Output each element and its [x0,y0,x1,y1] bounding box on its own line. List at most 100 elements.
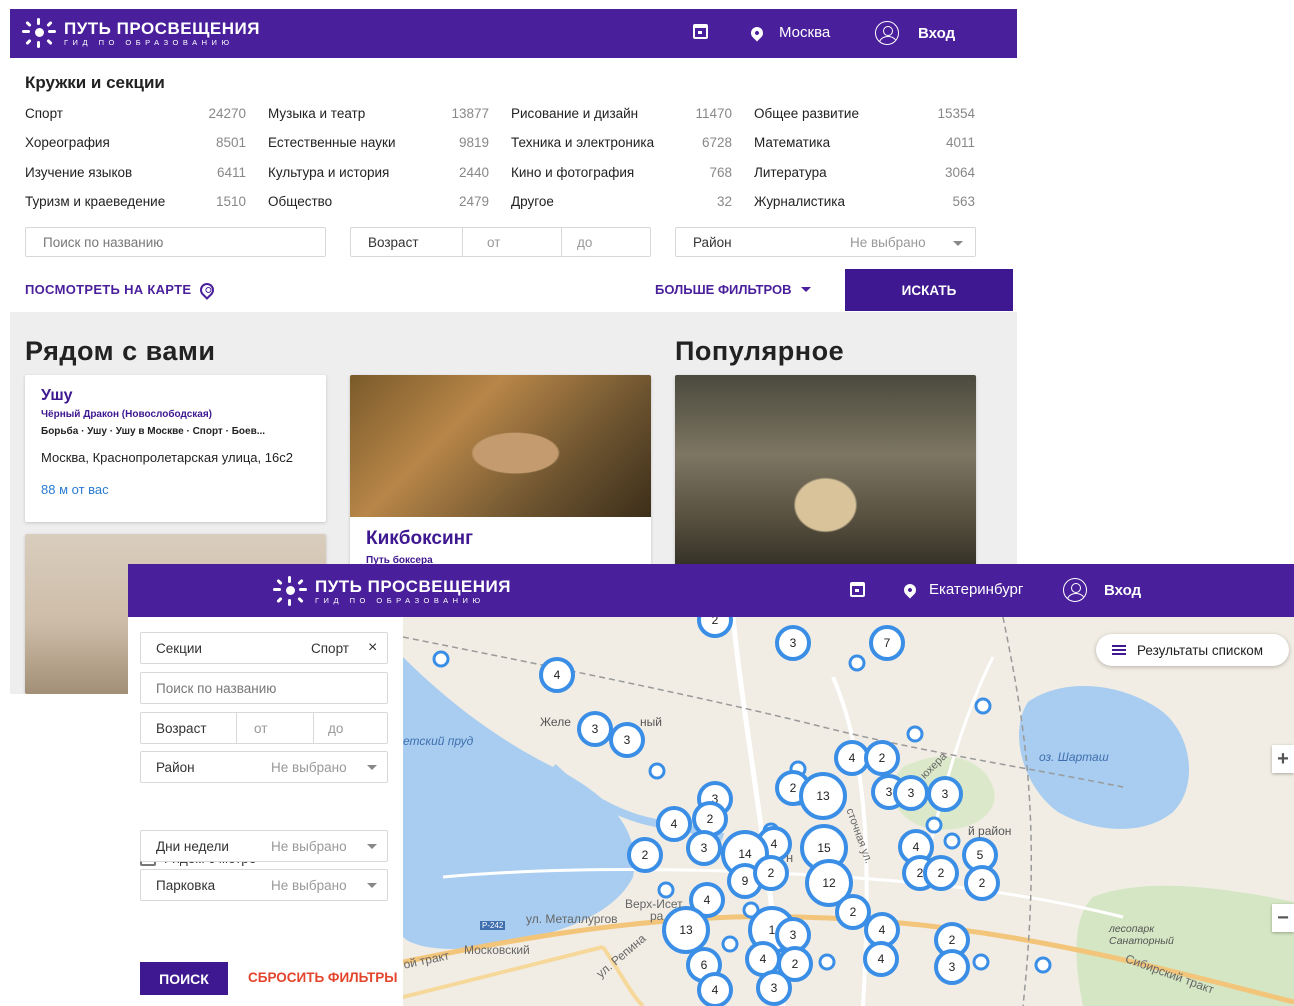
brand-logo[interactable]: ПУТЬ ПРОСВЕЩЕНИЯ ГИД ПО ОБРАЗОВАНИЮ [22,18,260,48]
map-cluster-marker[interactable]: 3 [756,970,792,1006]
map-cluster-marker[interactable]: 2 [627,837,663,873]
calendar-button[interactable] [850,582,865,597]
rail [1002,617,1033,1006]
single-point-marker[interactable] [1034,956,1052,974]
age-from-input[interactable]: от [487,235,500,250]
age-to-input[interactable]: до [328,721,343,736]
more-filters-button[interactable]: БОЛЬШЕ ФИЛЬТРОВ [655,282,812,297]
map-cluster-marker[interactable]: 2 [692,801,728,837]
map-cluster-marker[interactable]: 4 [697,972,733,1006]
age-range-field[interactable]: Возраст от до [350,227,651,257]
map-cluster-marker[interactable]: 2 [923,855,959,891]
map-cluster-marker[interactable]: 13 [799,772,847,820]
login-button[interactable]: Вход [1063,578,1141,602]
reset-filters-link[interactable]: СБРОСИТЬ ФИЛЬТРЫ [248,970,397,985]
single-point-marker[interactable] [906,725,924,743]
category-link[interactable]: Другое [511,194,554,209]
map-cluster-marker[interactable]: 3 [609,722,645,758]
popular-card-museum[interactable] [675,375,976,575]
cluster-count: 4 [704,893,711,907]
single-point-marker[interactable] [648,762,666,780]
search-button[interactable]: ИСКАТЬ [845,269,1013,311]
category-link[interactable]: Общее развитие [754,106,859,121]
category-link[interactable]: Культура и история [268,165,389,180]
single-point-marker[interactable] [432,650,450,668]
chevron-down-icon [801,287,812,292]
map-cluster-marker[interactable]: 2 [835,894,871,930]
category-link[interactable]: Спорт [25,106,63,121]
parking-select[interactable]: Парковка Не выбрано [140,869,388,901]
age-to-input[interactable]: до [577,235,592,250]
map-cluster-marker[interactable]: 3 [686,830,722,866]
category-link[interactable]: Математика [754,135,830,150]
city-selector[interactable]: Екатеринбург [901,581,1023,598]
single-point-marker[interactable] [972,953,990,971]
age-range-field[interactable]: Возраст от до [140,712,388,744]
map-cluster-marker[interactable]: 4 [539,657,575,693]
single-point-marker[interactable] [943,832,961,850]
map-cluster-marker[interactable]: 3 [775,625,811,661]
find-button[interactable]: ПОИСК [140,962,228,995]
age-label: Возраст [368,235,419,250]
map-cluster-marker[interactable]: 3 [893,775,929,811]
section-title: Кружки и секции [25,73,165,92]
category-link[interactable]: Общество [268,194,332,209]
results-list-button[interactable]: Результаты списком [1096,634,1289,666]
map-cluster-marker[interactable]: 2 [753,855,789,891]
zoom-in-button[interactable]: + [1272,745,1294,773]
category-link[interactable]: Музыка и театр [268,106,365,121]
single-point-marker[interactable] [974,697,992,715]
category-link[interactable]: Туризм и краеведение [25,194,165,209]
city-selector[interactable]: Москва [748,24,830,41]
single-point-marker[interactable] [657,881,675,899]
calendar-button[interactable] [693,24,708,39]
login-button[interactable]: Вход [875,21,955,45]
map-cluster-marker[interactable]: 4 [656,806,692,842]
single-point-marker[interactable] [721,935,739,953]
category-link[interactable]: Литература [754,165,827,180]
map-cluster-marker[interactable]: 2 [697,617,733,638]
category-link[interactable]: Хореография [25,135,110,150]
category-link[interactable]: Естественные науки [268,135,396,150]
map-cluster-marker[interactable]: 13 [662,906,710,954]
category-link[interactable]: Журналистика [754,194,845,209]
view-on-map-link[interactable]: ПОСМОТРЕТЬ НА КАРТЕ [25,279,218,300]
category-link[interactable]: Техника и электроника [511,135,654,150]
single-point-marker[interactable] [925,816,943,834]
category-link[interactable]: Рисование и дизайн [511,106,638,121]
search-input[interactable]: Поиск по названию [25,227,326,257]
zoom-out-button[interactable]: − [1272,904,1294,932]
category-count: 4011 [945,135,975,150]
cluster-count: 3 [592,722,599,736]
map-cluster-marker[interactable]: 2 [864,740,900,776]
single-point-marker[interactable] [848,654,866,672]
map-cluster-marker[interactable]: 3 [934,949,970,985]
nearby-card-kickboxing[interactable]: Кикбоксинг Путь боксера [350,375,651,575]
map-cluster-marker[interactable]: 7 [869,625,905,661]
search-input[interactable]: Поиск по названию [140,672,388,704]
section-filter[interactable]: Секции Спорт × [140,632,388,664]
map-cluster-marker[interactable]: 4 [834,740,870,776]
map-view[interactable]: 3 7 4 3 3 4 2 2 13 3 3 3 3 4 2 2 3 4 14 15 4 5 9 2 12 2 2 2 4 2 13 1 3 4 2… [403,617,1294,1006]
cluster-count: 2 [879,751,886,765]
cluster-count: 13 [679,923,693,937]
weekdays-select[interactable]: Дни недели Не выбрано [140,830,388,862]
district-select[interactable]: Район Не выбрано [675,227,976,257]
category-link[interactable]: Кино и фотография [511,165,634,180]
nearby-card-wushu[interactable]: Ушу Чёрный Дракон (Новослободская) Борьб… [25,375,326,522]
cluster-count: 3 [701,841,708,855]
map-cluster-marker[interactable]: 3 [577,711,613,747]
district-select[interactable]: Район Не выбрано [140,751,388,783]
cluster-count: 3 [949,960,956,974]
brand-logo[interactable]: ПУТЬ ПРОСВЕЩЕНИЯ ГИД ПО ОБРАЗОВАНИЮ [273,576,511,606]
place-label: ра [650,909,664,923]
map-cluster-marker[interactable]: 2 [964,865,1000,901]
section-filter-value: Спорт [311,641,349,656]
category-link[interactable]: Изучение языков [25,165,132,180]
clear-icon[interactable]: × [368,639,377,657]
category-count: 768 [709,165,732,180]
single-point-marker[interactable] [818,953,836,971]
age-from-input[interactable]: от [254,721,267,736]
map-cluster-marker[interactable]: 3 [927,776,963,812]
map-cluster-marker[interactable]: 4 [863,941,899,977]
